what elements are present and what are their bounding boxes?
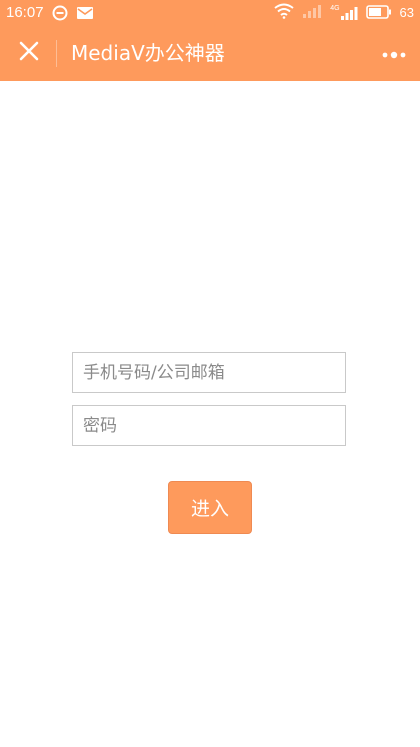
signal-4g-icon: 4G <box>330 5 358 21</box>
title-divider <box>56 40 57 67</box>
sync-icon <box>52 5 68 25</box>
wifi-icon <box>274 3 294 23</box>
close-icon <box>19 41 39 65</box>
title-bar: MediaV办公神器 <box>0 26 420 81</box>
close-button[interactable] <box>10 34 48 72</box>
status-time: 16:07 <box>6 4 44 21</box>
signal-icon <box>302 3 322 23</box>
status-left-icons <box>52 5 94 25</box>
status-right: 4G 63 <box>274 3 414 23</box>
status-bar: 16:07 4G 63 <box>0 0 420 26</box>
network-label: 4G <box>330 5 340 12</box>
more-icon <box>382 44 406 63</box>
enter-button[interactable]: 进入 <box>168 481 252 534</box>
password-input[interactable] <box>72 405 346 446</box>
battery-level: 63 <box>399 5 414 20</box>
more-button[interactable] <box>376 36 412 70</box>
account-input[interactable] <box>72 352 346 393</box>
mail-icon <box>76 5 94 25</box>
login-form: 进入 <box>0 81 420 747</box>
battery-icon <box>365 4 392 23</box>
page-title: MediaV办公神器 <box>71 41 225 65</box>
